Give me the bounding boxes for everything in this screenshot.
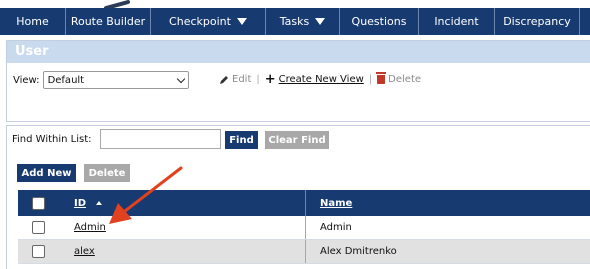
nav-incident-label: Incident [434,15,479,28]
find-input[interactable] [100,129,221,149]
nav-route-builder[interactable]: Route Builder [66,8,151,35]
table-header: ID Name [18,190,590,216]
nav-home-label: Home [16,15,49,28]
create-view-link[interactable]: Create New View [279,74,364,85]
add-new-button[interactable]: Add New [17,164,76,182]
row-check-cell [18,245,58,258]
nav-tasks-label: Tasks [279,15,310,28]
row-id-cell: Admin [58,216,306,239]
row-checkbox[interactable] [31,245,45,258]
panel-title: User [7,41,590,63]
view-row: View: Default [13,71,189,89]
divider: | [368,74,373,85]
nav-discrepancy-label: Discrepancy [503,15,571,28]
user-view-panel: User View: Default Edit | + Create New V… [6,40,590,122]
name-column-header[interactable]: Name [306,198,352,209]
id-column-header[interactable]: ID [58,190,306,216]
view-label: View: [13,74,40,86]
nav-checkpoint[interactable]: Checkpoint [151,8,266,35]
trash-icon [376,72,387,84]
chevron-down-icon [176,74,185,83]
sort-asc-icon [96,201,103,205]
view-select[interactable]: Default [42,71,189,89]
nav-discrepancy[interactable]: Discrepancy [495,8,580,35]
chevron-down-icon [236,18,247,25]
id-column-label: ID [74,197,87,209]
nav-home[interactable]: Home [0,8,66,35]
table-row: Admin Admin [18,216,590,240]
table-row: alex Alex Dmitrenko [18,240,590,264]
select-all-cell [18,196,58,210]
row-id-cell: alex [58,240,306,263]
nav-checkpoint-label: Checkpoint [169,15,231,28]
view-select-value: Default [47,74,85,86]
row-id-link[interactable]: alex [74,246,95,257]
edit-view-link[interactable]: Edit [232,74,251,85]
nav-route-builder-label: Route Builder [70,15,146,28]
chevron-down-icon [315,18,326,25]
nav-questions-label: Questions [351,15,407,28]
delete-view-link[interactable]: Delete [388,74,421,85]
pencil-icon [220,75,228,84]
clear-find-button[interactable]: Clear Find [265,131,329,149]
nav-incident[interactable]: Incident [419,8,495,35]
top-navigation: Home Route Builder Checkpoint Tasks Ques… [0,8,590,35]
select-all-checkbox[interactable] [31,196,45,210]
row-name: Admin [320,222,352,233]
delete-button[interactable]: Delete [84,164,130,182]
row-id-link[interactable]: Admin [74,222,106,233]
view-actions: Edit | + Create New View | Delete [219,72,421,87]
nav-questions[interactable]: Questions [340,8,419,35]
divider: | [256,74,260,85]
user-table: ID Name Admin Admin alex Alex Dmitrenko [18,190,590,264]
plus-icon: + [264,72,276,87]
find-label: Find Within List: [12,134,92,145]
row-check-cell [18,221,58,234]
row-checkbox[interactable] [31,221,45,234]
nav-tasks[interactable]: Tasks [266,8,340,35]
find-button[interactable]: Find [225,131,258,149]
row-name: Alex Dmitrenko [320,246,397,257]
